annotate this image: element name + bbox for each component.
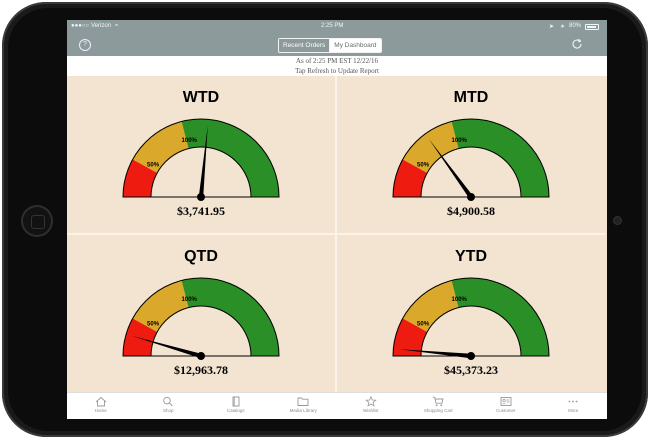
location-icon: ➤ <box>549 24 555 30</box>
gauge-hub <box>197 193 205 201</box>
screen: ●●●○○ Verizon ≈ 2:25 PM ➤ ∗ 80% ? Recent… <box>67 20 607 419</box>
gauge: 50% 100% <box>392 118 550 201</box>
tab-shopping-cart[interactable]: Shopping Cart <box>405 393 473 419</box>
gauge-panel: YTD 50% 100% $45,373.23 <box>337 235 605 392</box>
dashboard-grid: WTD 50% 100% $3,741.95 MTD 50% 100% $4,900… <box>67 76 607 392</box>
wifi-icon: ≈ <box>115 23 119 29</box>
tab-label: Media Library <box>289 408 317 413</box>
tab-catalogs[interactable]: Catalogs <box>202 393 270 419</box>
tab-customer[interactable]: Customer <box>472 393 540 419</box>
tab-wishlist[interactable]: Wishlist <box>337 393 405 419</box>
signal-icon: ●●●○○ <box>71 23 90 29</box>
gauge-mark-label: 50% <box>147 162 160 168</box>
tab-label: Shop <box>162 408 174 413</box>
gauge-title: QTD <box>184 248 218 265</box>
tab-label: Catalogs <box>226 408 245 413</box>
gauge-amount: $3,741.95 <box>177 204 225 218</box>
status-bar: ●●●○○ Verizon ≈ 2:25 PM ➤ ∗ 80% <box>67 20 607 34</box>
star-icon <box>364 396 377 407</box>
help-button[interactable]: ? <box>79 39 91 51</box>
gauge-panel: WTD 50% 100% $3,741.95 <box>67 76 337 235</box>
gauge-mark-label: 100% <box>452 297 468 303</box>
tab-bar: Home Shop Catalogs Media Library Wishlis… <box>67 392 607 419</box>
camera-icon <box>614 217 621 224</box>
gauge-mark-label: 50% <box>417 321 430 327</box>
tab-shop[interactable]: Shop <box>135 393 203 419</box>
gauge-zone-green <box>451 119 549 197</box>
gauge: 50% 100% <box>122 118 280 201</box>
home-hardware-button[interactable] <box>21 205 53 237</box>
gauge-zone-green <box>181 119 279 197</box>
gauge-amount: $45,373.23 <box>444 363 498 377</box>
gauge-panel: MTD 50% 100% $4,900.58 <box>337 76 605 235</box>
gauge-title: YTD <box>455 248 487 265</box>
tab-label: Shopping Cart <box>423 408 453 413</box>
tab-recent-orders[interactable]: Recent Orders <box>279 39 331 52</box>
tab-my-dashboard[interactable]: My Dashboard <box>330 39 381 52</box>
bluetooth-icon: ∗ <box>560 24 566 30</box>
carrier-label: Verizon <box>91 23 112 29</box>
tab-label: Home <box>94 408 107 413</box>
gauge-mark-label: 100% <box>182 138 198 144</box>
gauge-zone-green <box>451 278 549 356</box>
gauge: 50% 100% <box>122 277 280 360</box>
search-icon <box>163 396 174 407</box>
refresh-icon[interactable] <box>570 37 584 51</box>
gauge-hub <box>197 352 205 360</box>
gauge-amount: $12,963.78 <box>174 363 228 377</box>
tab-home[interactable]: Home <box>67 393 135 419</box>
as-of-text: As of 2:25 PM EST 12/22/16 <box>295 57 379 65</box>
battery-icon <box>585 24 599 30</box>
gauge-mark-label: 50% <box>417 162 430 168</box>
tab-label: Customer <box>495 408 516 413</box>
gauge-title: MTD <box>453 89 489 106</box>
cart-icon <box>433 396 444 407</box>
folder-icon <box>297 397 309 406</box>
id-card-icon <box>500 397 512 406</box>
gauge-hub <box>467 352 475 360</box>
gauge-mark-label: 100% <box>452 138 468 144</box>
navigation-bar: ? Recent Orders My Dashboard <box>67 34 607 56</box>
more-icon <box>568 400 578 403</box>
gauge-hub <box>467 193 475 201</box>
gauge: 50% 100% <box>392 277 550 360</box>
gauge-zone-green <box>181 278 279 356</box>
tab-label: Wishlist <box>363 408 379 413</box>
refresh-hint: Tap Refresh to Update Report <box>295 67 379 75</box>
battery-label: 80% <box>569 23 582 29</box>
book-icon <box>232 396 240 407</box>
gauge-mark-label: 50% <box>147 321 160 327</box>
tab-more[interactable]: More <box>540 393 608 419</box>
gauge-title: WTD <box>182 89 220 106</box>
gauge-mark-label: 100% <box>182 297 198 303</box>
home-icon <box>95 396 107 407</box>
segmented-control: Recent Orders My Dashboard <box>278 38 382 53</box>
gauge-amount: $4,900.58 <box>447 204 495 218</box>
status-time: 2:25 PM <box>321 23 344 29</box>
tab-label: More <box>568 408 579 413</box>
report-info: As of 2:25 PM EST 12/22/16 Tap Refresh t… <box>67 56 607 76</box>
gauge-panel: QTD 50% 100% $12,963.78 <box>67 235 337 392</box>
tab-media-library[interactable]: Media Library <box>270 393 338 419</box>
